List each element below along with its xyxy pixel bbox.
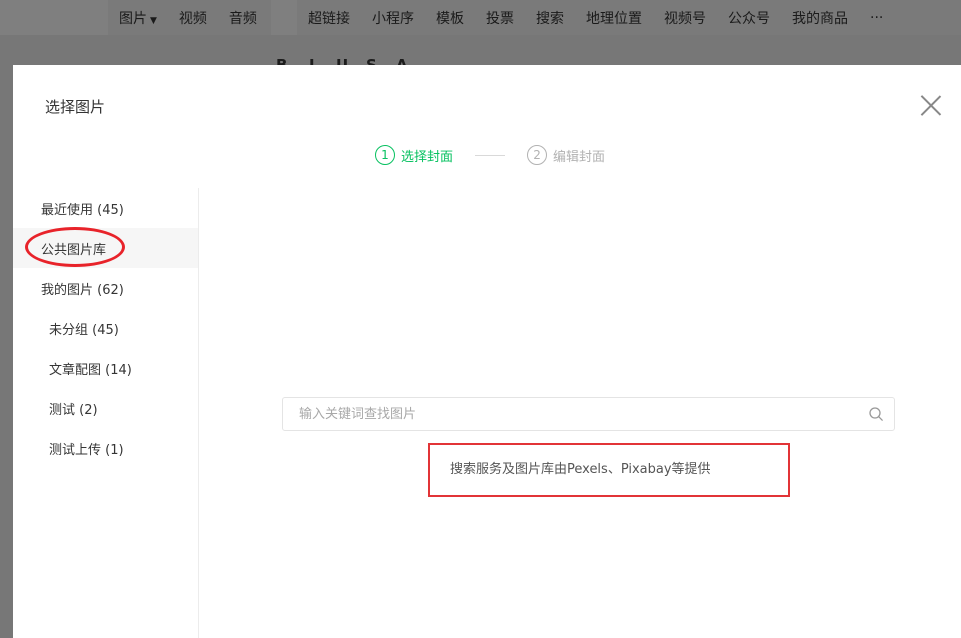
insert-vote[interactable]: 投票 [475, 8, 525, 28]
insert-my-products[interactable]: 我的商品 [781, 8, 859, 28]
insert-template[interactable]: 模板 [425, 8, 475, 28]
sidebar-item-test-upload[interactable]: 测试上传 (1) [13, 428, 198, 468]
image-search-box [282, 397, 895, 431]
insert-audio[interactable]: 音频 [218, 8, 268, 28]
sidebar-item-my-images[interactable]: 我的图片 (62) [13, 268, 198, 308]
sidebar-item-ungrouped[interactable]: 未分组 (45) [13, 308, 198, 348]
step-divider [475, 154, 506, 156]
provider-note: 搜索服务及图片库由Pexels、Pixabay等提供 [450, 462, 711, 477]
media-insert-group: 图片 ▼ 视频 音频 [108, 0, 271, 35]
step-label: 编辑封面 [553, 149, 606, 165]
dialog-title: 选择图片 [45, 98, 106, 116]
sidebar-item-recent[interactable]: 最近使用 (45) [13, 188, 198, 228]
step-select-cover: 1 选择封面 [375, 145, 453, 165]
image-category-sidebar: 最近使用 (45) 公共图片库 我的图片 (62) 未分组 (45) 文章配图 … [13, 188, 199, 638]
insert-official-account[interactable]: 公众号 [717, 8, 781, 28]
select-image-dialog: 选择图片 1 选择封面 2 编辑封面 最近使用 (45) 公共图片库 我的图片 … [13, 65, 961, 638]
insert-video[interactable]: 视频 [168, 8, 218, 28]
sidebar-item-article-images[interactable]: 文章配图 (14) [13, 348, 198, 388]
sidebar-item-public-library[interactable]: 公共图片库 [13, 228, 198, 268]
format-toolbar [0, 35, 961, 65]
sidebar-item-test[interactable]: 测试 (2) [13, 388, 198, 428]
step-label: 选择封面 [401, 149, 454, 165]
search-input[interactable] [283, 398, 853, 430]
step-number: 2 [527, 145, 548, 165]
step-edit-cover: 2 编辑封面 [527, 145, 605, 165]
insert-channels[interactable]: 视频号 [653, 8, 717, 28]
annotation-rectangle: 搜索服务及图片库由Pexels、Pixabay等提供 [428, 443, 790, 497]
close-icon[interactable] [919, 94, 943, 118]
insert-hyperlink[interactable]: 超链接 [297, 8, 361, 28]
insert-image-menu[interactable]: 图片 ▼ [108, 8, 168, 28]
more-icon[interactable]: ··· [859, 10, 894, 26]
insert-mini-program[interactable]: 小程序 [361, 8, 425, 28]
insert-search[interactable]: 搜索 [525, 8, 575, 28]
content-insert-group: 超链接 小程序 模板 投票 搜索 地理位置 视频号 公众号 我的商品 ··· [297, 0, 961, 35]
search-icon[interactable] [868, 406, 884, 422]
step-number: 1 [375, 145, 395, 165]
insert-location[interactable]: 地理位置 [575, 8, 653, 28]
step-indicator: 1 选择封面 2 编辑封面 [375, 145, 605, 165]
editor-toolbar: 图片 ▼ 视频 音频 超链接 小程序 模板 投票 搜索 地理位置 视频号 公众号 … [0, 0, 961, 35]
